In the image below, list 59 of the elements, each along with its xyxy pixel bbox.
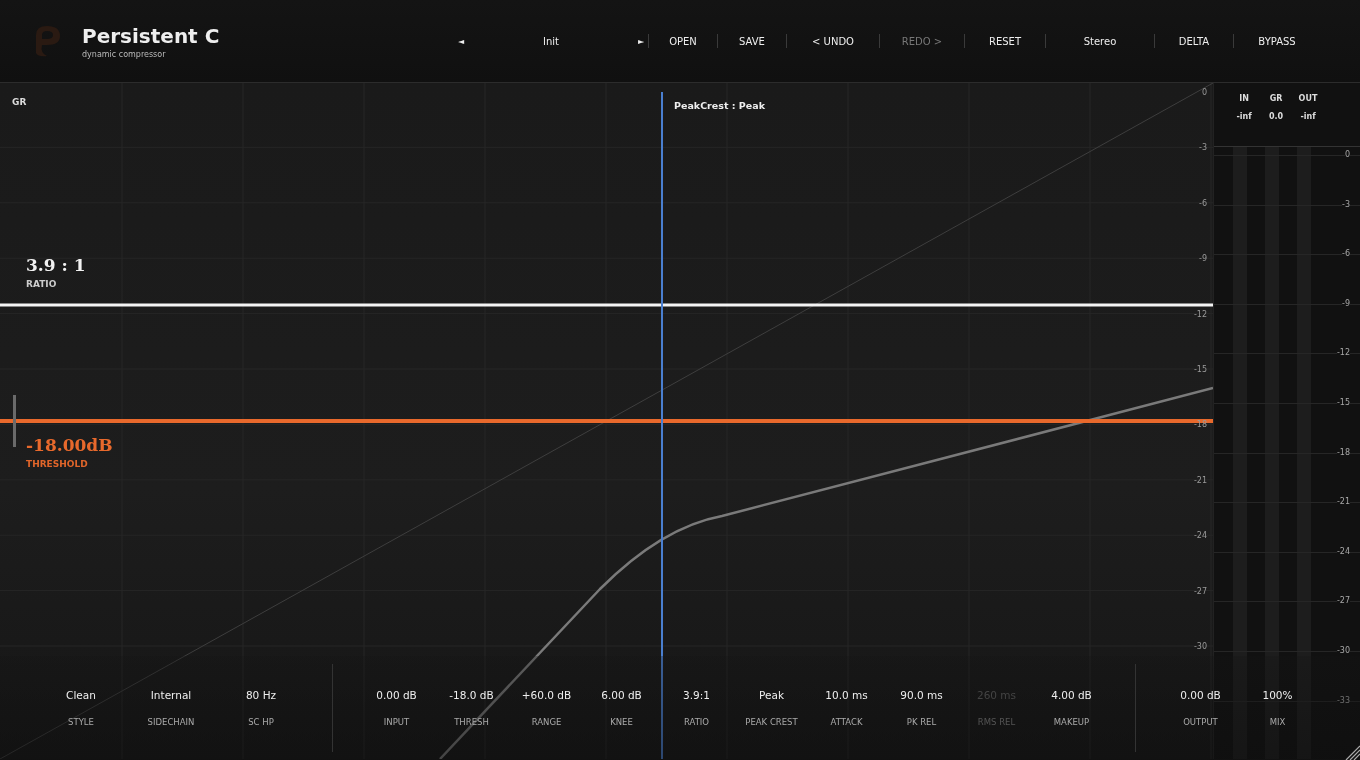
previous-preset-button[interactable]: ◄ (454, 30, 468, 52)
scale-label: -24 (1336, 546, 1350, 557)
toolbar-button[interactable]: RESET (965, 29, 1045, 53)
parameter-control[interactable]: Internal SIDECHAIN (126, 689, 216, 727)
scale-label: -30 (1336, 645, 1350, 656)
axis-tick-label: -21 (1193, 475, 1207, 485)
preset-name[interactable]: Init (468, 35, 634, 47)
threshold-handle[interactable] (13, 395, 16, 447)
threshold-value: -18.00dB (26, 435, 113, 455)
parameter-control[interactable]: 90.0 ms PK REL (884, 689, 959, 727)
meter-reading: 0.0 (1268, 112, 1284, 121)
resize-handle-icon[interactable] (1344, 744, 1360, 760)
parameter-control[interactable]: 10.0 ms ATTACK (809, 689, 884, 727)
toolbar-button[interactable]: OPEN (649, 29, 717, 53)
scale-label: -33 (1336, 695, 1350, 706)
toolbar-button[interactable]: SAVE (718, 29, 786, 53)
axis-tick-label: 0 (1201, 87, 1207, 97)
toolbar-button[interactable]: DELTA (1155, 29, 1233, 53)
axis-tick-label: -3 (1199, 142, 1207, 152)
axis-tick-label: -24 (1193, 530, 1207, 540)
parameter-control[interactable]: 0.00 dB INPUT (359, 689, 434, 727)
parameter-control[interactable]: +60.0 dB RANGE (509, 689, 584, 727)
parameter-control[interactable]: 4.00 dB MAKEUP (1034, 689, 1109, 727)
axis-tick-label: -6 (1199, 198, 1207, 208)
parameter-control[interactable]: -18.0 dB THRESH (434, 689, 509, 727)
ratio-value: 3.9 : 1 (26, 255, 86, 275)
axis-tick-label: -30 (1193, 641, 1207, 651)
axis-label: GR (12, 97, 27, 107)
toolbar-button[interactable]: Stereo (1046, 29, 1154, 53)
meter-reading: -inf (1236, 112, 1252, 121)
toolbar-button[interactable]: < UNDO (787, 29, 879, 53)
scale-label: 0 (1344, 150, 1350, 160)
parameter-control[interactable]: 0.00 dB OUTPUT (1162, 689, 1239, 727)
parameter-control[interactable]: Peak PEAK CREST (734, 689, 809, 727)
parameter-control[interactable]: 100% MIX (1239, 689, 1316, 727)
meter-label: GR (1269, 94, 1283, 103)
parameter-control[interactable]: 6.00 dB KNEE (584, 689, 659, 727)
parameter-control[interactable]: 3.9:1 RATIO (659, 689, 734, 727)
toolbar-button[interactable]: BYPASS (1234, 29, 1320, 53)
threshold-label: THRESHOLD (26, 459, 88, 469)
next-preset-button[interactable]: ► (634, 30, 648, 52)
scale-label: -15 (1336, 397, 1350, 408)
scale-label: -18 (1336, 447, 1350, 458)
parameter-control[interactable]: 80 Hz SC HP (216, 689, 306, 727)
axis-tick-label: -9 (1199, 253, 1207, 263)
axis-tick-label: -15 (1193, 364, 1207, 374)
ratio-label: RATIO (26, 279, 57, 289)
meter-label: IN (1239, 94, 1249, 103)
meter-reading: -inf (1300, 112, 1316, 121)
axis-tick-label: -12 (1193, 309, 1207, 319)
scale-label: -9 (1342, 298, 1350, 309)
ratio-line[interactable] (0, 303, 1213, 307)
parameter-control[interactable]: Clean STYLE (36, 689, 126, 727)
axis-tick-label: -27 (1193, 586, 1207, 596)
detector-label: PeakCrest : Peak (674, 100, 765, 111)
plugin-title: Persistent C (82, 23, 221, 48)
meter-label: OUT (1298, 94, 1318, 103)
scale-label: -3 (1342, 199, 1350, 210)
plugin-subtitle: dynamic compressor (82, 49, 167, 59)
